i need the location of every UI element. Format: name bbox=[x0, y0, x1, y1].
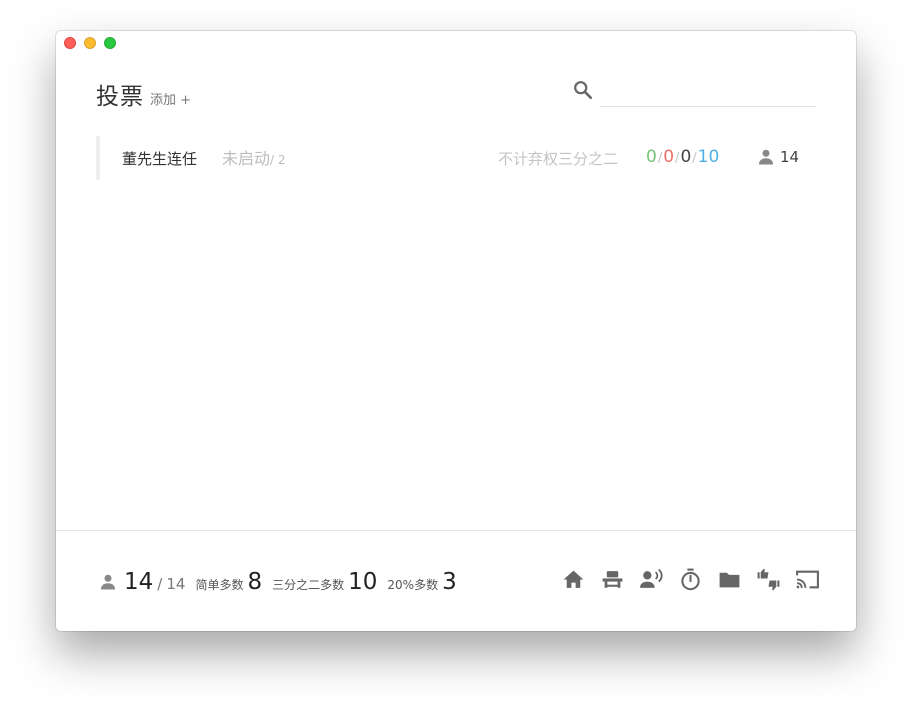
app-window: 投票 添加 + 董先生连任 未启动/ 2 不计弃权三分之二 0/0/0/10 1… bbox=[56, 31, 856, 631]
home-icon[interactable] bbox=[561, 567, 586, 592]
search-input[interactable] bbox=[600, 77, 816, 107]
person-count-value: 14 bbox=[780, 148, 800, 166]
page-title: 投票 bbox=[96, 84, 144, 110]
add-vote-button[interactable]: 添加 + bbox=[150, 89, 191, 108]
two-thirds-value: 10 bbox=[348, 569, 378, 595]
speaker-icon[interactable] bbox=[639, 567, 664, 592]
vote-tally: 0/0/0/10 bbox=[646, 147, 719, 167]
vote-status-label: 未启动 bbox=[222, 149, 271, 168]
minimize-window-button[interactable] bbox=[84, 37, 96, 49]
window-controls bbox=[64, 37, 116, 49]
two-thirds-label: 三分之二多数 bbox=[272, 578, 345, 592]
tally-separator: / bbox=[657, 151, 663, 166]
tally-separator: / bbox=[692, 151, 697, 166]
folder-icon[interactable] bbox=[717, 567, 742, 592]
search-icon[interactable] bbox=[572, 79, 594, 101]
tally-separator: / bbox=[675, 151, 680, 166]
simple-majority-value: 8 bbox=[247, 569, 263, 595]
vote-thumbs-icon[interactable] bbox=[756, 567, 781, 592]
present-total: 14 bbox=[166, 575, 186, 593]
present-count: 14 bbox=[124, 569, 154, 595]
tally-abstain: 0 bbox=[680, 147, 692, 167]
person-icon bbox=[100, 574, 116, 590]
vote-status-count: / 2 bbox=[270, 153, 286, 167]
maximize-window-button[interactable] bbox=[104, 37, 116, 49]
simple-majority-label: 简单多数 bbox=[195, 578, 244, 592]
twenty-percent-value: 3 bbox=[442, 569, 457, 595]
twenty-percent-label: 20%多数 bbox=[387, 578, 439, 592]
timer-icon[interactable] bbox=[678, 567, 703, 592]
footer-bar: 14 / 14 简单多数 8 三分之二多数 10 20%多数 3 bbox=[56, 530, 856, 631]
vote-title: 董先生连任 bbox=[122, 150, 198, 168]
tally-yes: 0 bbox=[646, 147, 657, 167]
seat-icon[interactable] bbox=[600, 567, 625, 592]
present-separator: / bbox=[157, 575, 163, 593]
vote-person-count: 14 bbox=[756, 147, 799, 167]
tally-total: 10 bbox=[697, 147, 720, 167]
quorum-stats: 14 / 14 简单多数 8 三分之二多数 10 20%多数 3 bbox=[98, 569, 457, 595]
cast-icon[interactable] bbox=[795, 567, 820, 592]
person-icon bbox=[758, 149, 774, 165]
vote-row[interactable]: 董先生连任 未启动/ 2 不计弃权三分之二 0/0/0/10 14 bbox=[96, 136, 816, 180]
vote-status: 未启动/ 2 bbox=[222, 145, 286, 169]
tally-no: 0 bbox=[663, 147, 675, 167]
footer-toolbar bbox=[561, 567, 820, 592]
page-header: 投票 添加 + bbox=[96, 77, 191, 111]
close-window-button[interactable] bbox=[64, 37, 76, 49]
vote-rule: 不计弃权三分之二 bbox=[498, 150, 619, 168]
search-box bbox=[572, 77, 816, 107]
